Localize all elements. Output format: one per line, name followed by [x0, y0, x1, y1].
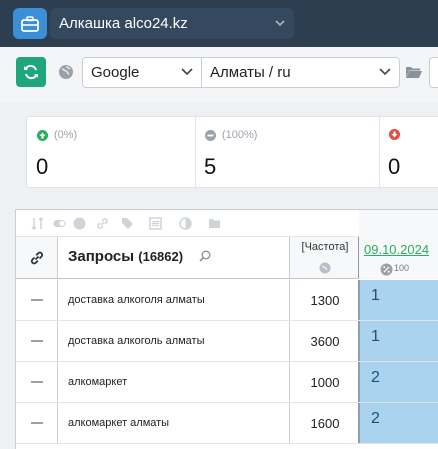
frequency-value: 1000 — [310, 375, 340, 390]
link-column-header — [16, 237, 58, 278]
table-row[interactable]: доставка алкоголь алматы 3600 1 — [16, 321, 438, 362]
table-header: Запросы (16862) [Частота] — [16, 237, 359, 279]
extra-input[interactable] — [429, 57, 438, 88]
stat-down: 0 — [379, 117, 438, 189]
stat-same: (100%) 5 — [195, 117, 375, 189]
tag-icon[interactable] — [121, 217, 134, 230]
top-bar: Алкашка alco24.kz — [0, 0, 438, 47]
table-tools — [16, 210, 359, 237]
date-sub: 100 — [380, 259, 409, 276]
date-sub-value: 100 — [394, 262, 410, 273]
refresh-button[interactable] — [16, 57, 46, 87]
stat-up-percent: (0%) — [54, 129, 78, 141]
frequency-header[interactable]: [Частота] — [289, 237, 359, 278]
arrow-down-icon — [389, 129, 400, 140]
frequency-value: 3600 — [310, 334, 340, 349]
globe-icon — [58, 64, 74, 85]
message-icon[interactable] — [73, 217, 86, 230]
contrast-icon[interactable] — [179, 217, 192, 230]
region-select[interactable]: Алматы / ru — [201, 57, 400, 88]
position-stats: (0%) 0 (100%) 5 0 — [26, 116, 438, 189]
position-cell[interactable]: 2 — [359, 362, 438, 402]
stat-same-value: 5 — [204, 154, 217, 179]
position-cell[interactable]: 2 — [359, 403, 438, 443]
frequency-label: [Частота] — [301, 241, 349, 253]
minus-icon — [31, 340, 43, 342]
folder-icon[interactable] — [208, 217, 221, 230]
chevron-down-icon — [180, 58, 194, 97]
refresh-icon — [24, 64, 38, 80]
list-icon[interactable] — [149, 217, 162, 230]
arrow-up-icon — [37, 129, 48, 141]
chevron-down-icon — [378, 58, 392, 97]
queries-count: (16862) — [138, 249, 184, 264]
table-row[interactable]: алкомаркет алматы 1600 2 — [16, 403, 438, 444]
minus-icon — [31, 381, 43, 383]
chain-link-icon — [30, 251, 44, 265]
frequency-value: 1600 — [310, 416, 340, 431]
minus-icon — [31, 422, 43, 424]
query-text: доставка алкоголь алматы — [68, 335, 205, 347]
minus-circle-icon — [205, 129, 216, 141]
stat-up-value: 0 — [36, 154, 49, 179]
table-row[interactable]: алкомаркет 1000 2 — [16, 362, 438, 403]
position-value: 2 — [371, 369, 380, 386]
link-icon[interactable] — [96, 217, 109, 230]
project-name: Алкашка alco24.kz — [59, 15, 188, 32]
position-cell[interactable]: 1 — [359, 321, 438, 361]
percent-icon — [380, 263, 393, 276]
chevron-down-icon — [274, 8, 286, 50]
queries-header[interactable]: Запросы (16862) — [68, 248, 183, 265]
positions-table: Запросы (16862) [Частота] 09.10.2024 100… — [15, 209, 438, 449]
stat-down-value: 0 — [388, 154, 401, 179]
table-row[interactable]: доставка алкоголя алматы 1300 1 — [16, 280, 438, 321]
query-text: алкомаркет — [68, 376, 128, 388]
search-engine-select[interactable]: Google — [82, 57, 202, 88]
position-value: 1 — [371, 287, 380, 304]
date-link[interactable]: 09.10.2024 — [364, 242, 429, 257]
sort-icon[interactable] — [31, 217, 44, 230]
minus-icon — [31, 299, 43, 301]
filter-toolbar: Google Алматы / ru — [0, 47, 438, 102]
position-value: 1 — [371, 328, 380, 345]
globe-icon — [319, 262, 331, 274]
stat-up: (0%) 0 — [27, 117, 185, 189]
position-value: 2 — [371, 410, 380, 427]
folder-open-icon[interactable] — [405, 65, 423, 84]
search-icon[interactable] — [199, 250, 211, 262]
search-engine-value: Google — [91, 64, 140, 81]
query-text: доставка алкоголя алматы — [68, 294, 205, 306]
region-value: Алматы / ru — [210, 64, 291, 81]
query-text: алкомаркет алматы — [68, 417, 170, 429]
stat-same-percent: (100%) — [222, 129, 258, 141]
frequency-value: 1300 — [310, 293, 340, 308]
briefcase-icon[interactable] — [13, 8, 47, 39]
queries-label: Запросы — [68, 248, 135, 265]
toggle-icon[interactable] — [53, 217, 66, 230]
position-cell[interactable]: 1 — [359, 280, 438, 320]
date-column-header: 09.10.2024 100 — [359, 210, 438, 279]
project-selector[interactable]: Алкашка alco24.kz — [50, 8, 294, 39]
